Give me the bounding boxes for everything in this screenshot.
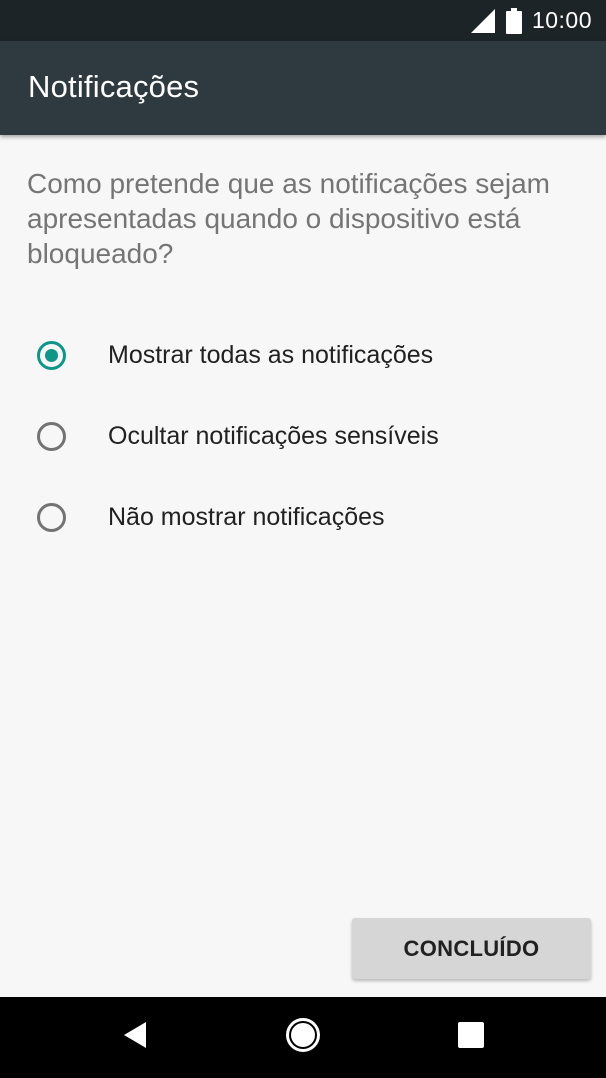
back-icon [122,1021,148,1054]
recents-button[interactable] [431,997,511,1078]
recents-icon [458,1022,484,1053]
radio-unselected-icon[interactable] [37,421,66,451]
option-hide-all[interactable]: Não mostrar notificações [0,481,606,553]
status-time: 10:00 [531,7,592,33]
radio-unselected-icon[interactable] [37,502,66,532]
question-text: Como pretende que as notificações sejam … [27,168,550,269]
status-bar: 10:00 [0,0,606,41]
done-button[interactable]: CONCLUÍDO [352,918,591,979]
page-title: Notificações [28,69,200,104]
option-hide-sensitive[interactable]: Ocultar notificações sensíveis [0,400,606,472]
battery-icon [505,7,522,34]
signal-icon [470,8,496,34]
navigation-bar [0,997,606,1078]
status-icons: 10:00 [470,0,592,41]
radio-selected-icon[interactable] [37,340,66,370]
back-button[interactable] [95,997,175,1078]
app-bar: Notificações [0,41,606,135]
option-label: Ocultar notificações sensíveis [108,421,439,450]
option-label: Não mostrar notificações [108,502,385,531]
option-label: Mostrar todas as notificações [108,340,434,369]
home-icon [285,1017,321,1058]
option-show-all[interactable]: Mostrar todas as notificações [0,319,606,391]
home-button[interactable] [263,997,343,1078]
